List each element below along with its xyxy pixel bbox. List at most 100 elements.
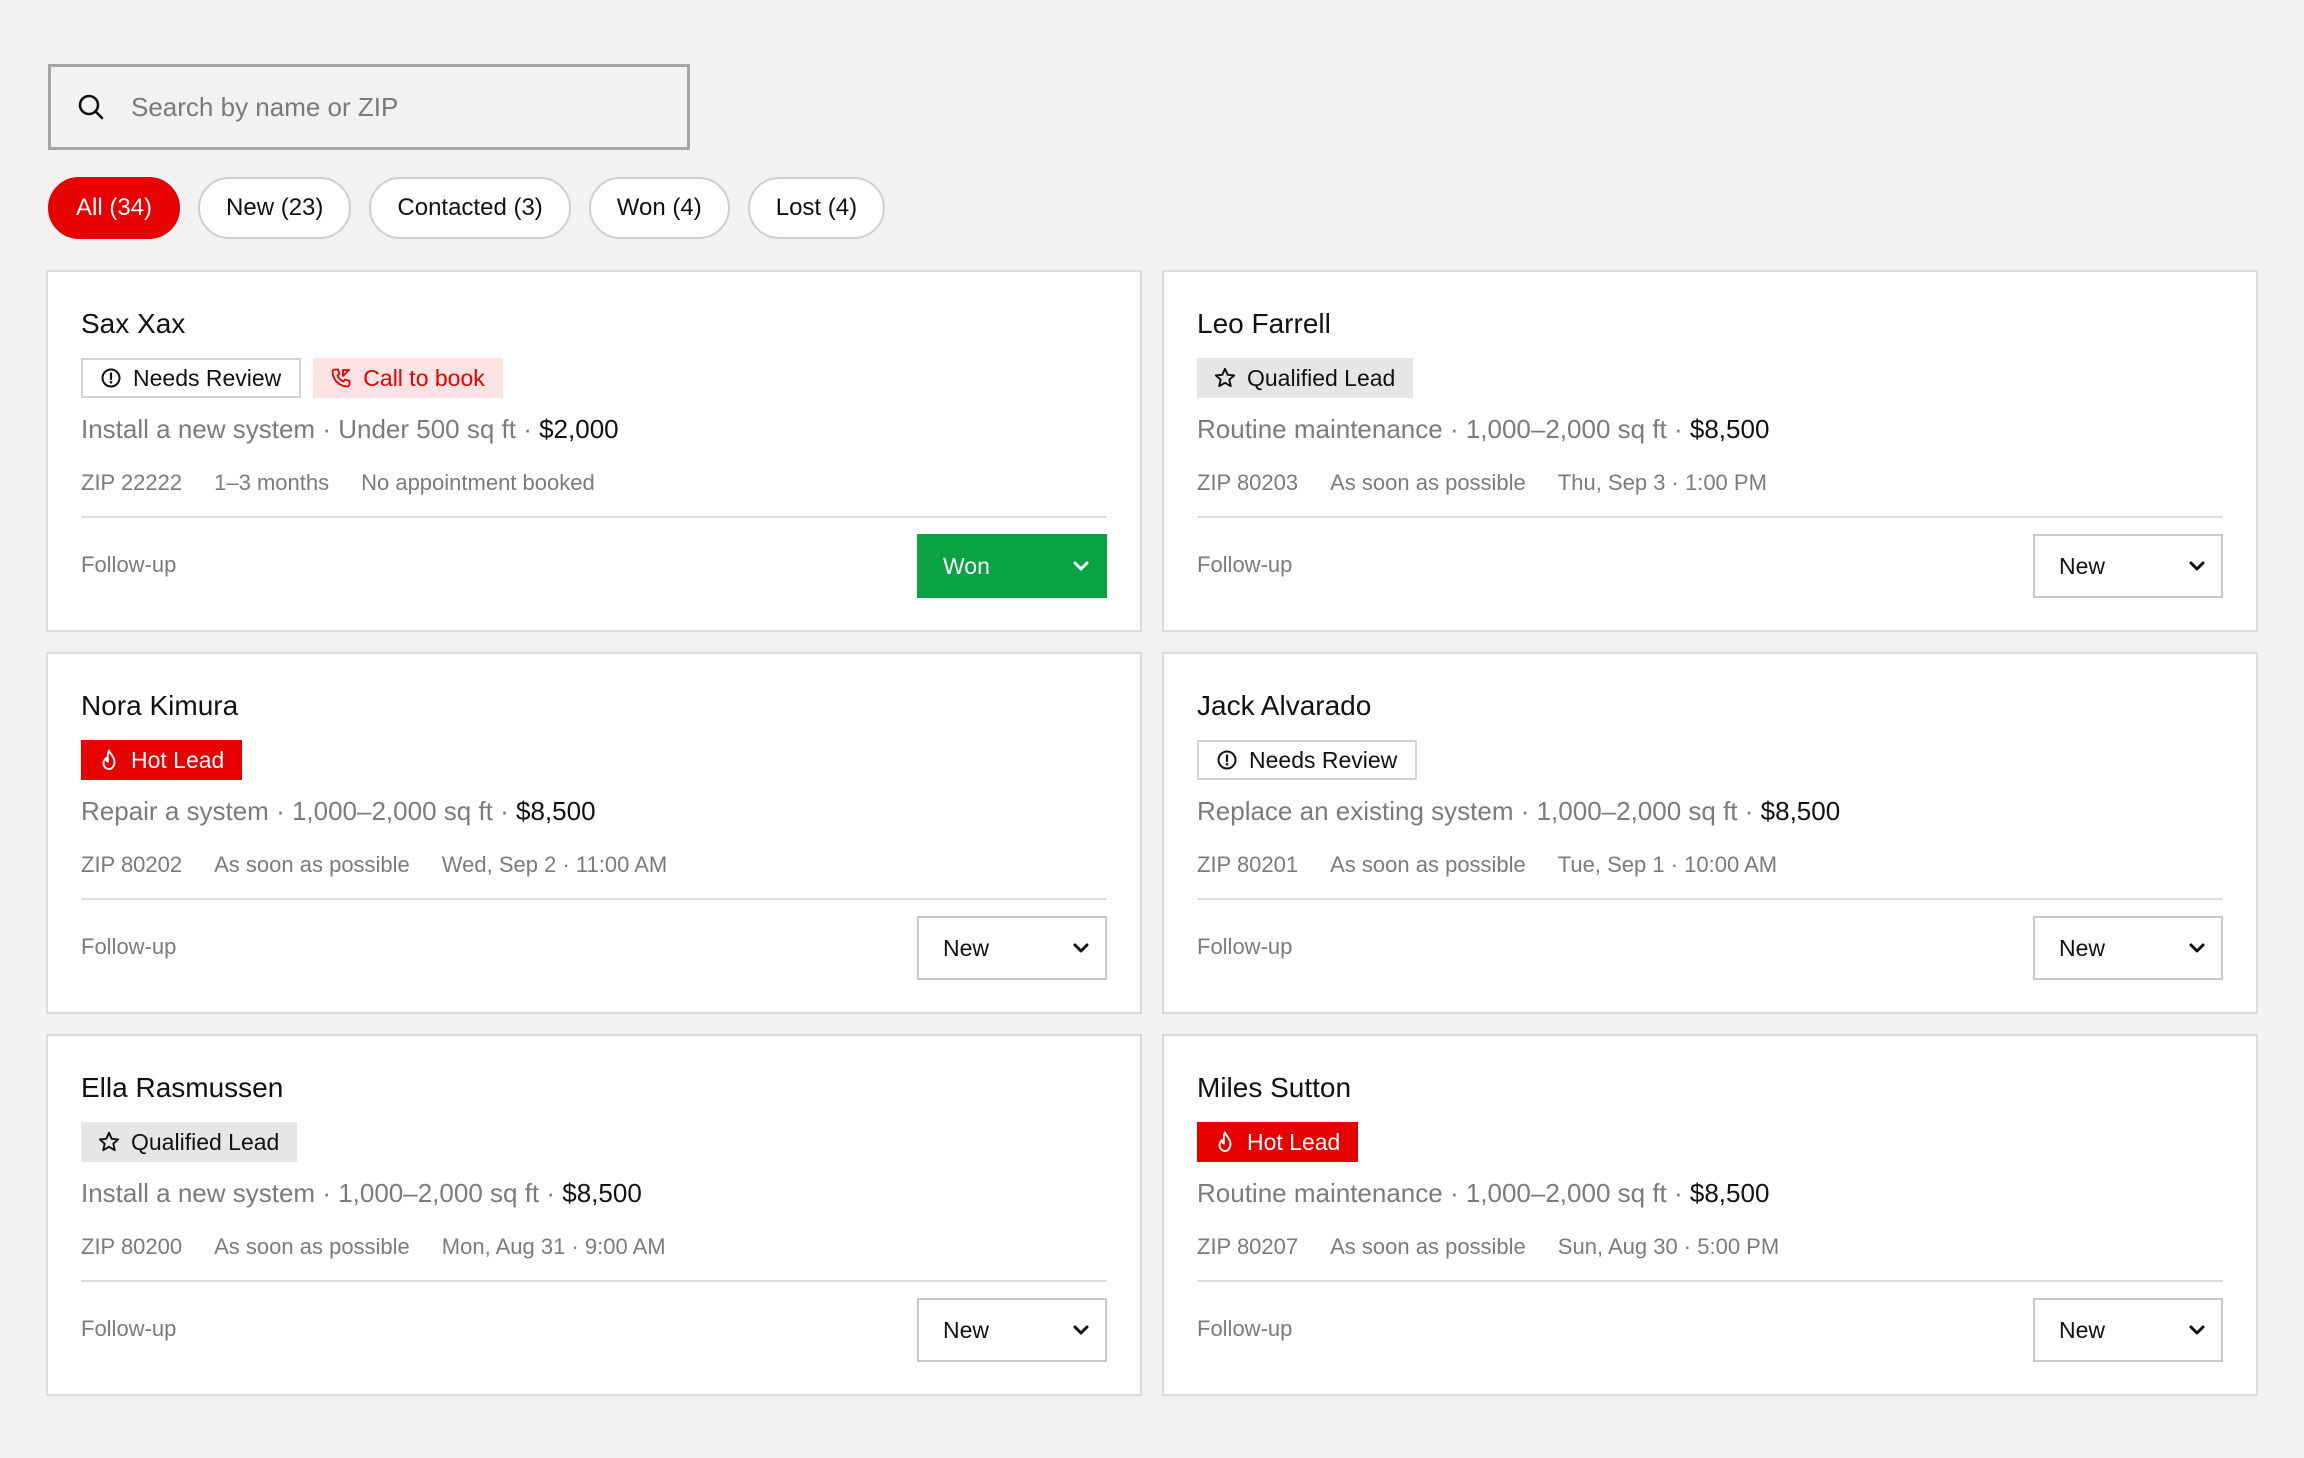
lead-price: $8,500 <box>562 1178 642 1208</box>
lead-summary: Install a new system · 1,000–2,000 sq ft… <box>81 1178 642 1208</box>
search-icon <box>73 89 109 125</box>
followup-label: Follow-up <box>81 552 177 577</box>
lead-name: Ella Rasmussen <box>81 1072 284 1103</box>
filter-new[interactable]: New (23) <box>198 177 352 239</box>
lead-appointment: Sun, Aug 30 · 5:00 PM <box>1557 1234 1780 1259</box>
card-divider <box>1197 1280 2223 1282</box>
lead-card[interactable]: Leo Farrell Qualified Lead Routine maint… <box>1162 270 2258 632</box>
lead-card-grid: Sax Xax Needs Review Call to book Install… <box>46 270 2258 1396</box>
lead-meta: ZIP 22222 1–3 months No appointment book… <box>81 470 595 496</box>
lead-appointment: Tue, Sep 1 · 10:00 AM <box>1557 852 1778 877</box>
home-size: 1,000–2,000 sq ft <box>338 1178 540 1208</box>
search-box[interactable] <box>48 64 690 150</box>
flame-icon <box>1213 1130 1237 1154</box>
status-value: New <box>943 934 990 961</box>
chevron-down-icon <box>2187 556 2207 576</box>
alert-circle-icon <box>1215 748 1239 772</box>
lead-summary: Install a new system · Under 500 sq ft ·… <box>81 414 619 444</box>
lead-timeline: As soon as possible <box>1330 470 1526 495</box>
review-badge: Needs Review <box>81 358 302 398</box>
chevron-down-icon <box>2187 1320 2207 1340</box>
lead-badges: Hot Lead <box>81 740 243 780</box>
chevron-down-icon <box>1071 556 1091 576</box>
lead-name: Leo Farrell <box>1197 308 1331 339</box>
filter-lost[interactable]: Lost (4) <box>747 177 886 239</box>
lead-zip: ZIP 80207 <box>1197 1234 1299 1259</box>
lead-badges: Hot Lead <box>1197 1122 1359 1162</box>
lead-timeline: As soon as possible <box>214 1234 410 1259</box>
chevron-down-icon <box>1071 938 1091 958</box>
lead-name: Sax Xax <box>81 308 186 339</box>
lead-summary: Replace an existing system · 1,000–2,000… <box>1197 796 1841 826</box>
job-type: Install a new system <box>81 1178 316 1208</box>
lead-price: $8,500 <box>1760 796 1841 826</box>
home-size: 1,000–2,000 sq ft <box>1465 1178 1667 1208</box>
lead-card[interactable]: Nora Kimura Hot Lead Repair a system · 1… <box>46 652 1142 1014</box>
status-dropdown[interactable]: New <box>2033 1298 2223 1362</box>
home-size: 1,000–2,000 sq ft <box>1465 414 1667 444</box>
card-divider <box>81 516 1107 518</box>
status-value: Won <box>943 552 990 579</box>
job-type: Routine maintenance <box>1197 414 1443 444</box>
lead-appointment: Wed, Sep 2 · 11:00 AM <box>441 852 668 877</box>
search-input[interactable] <box>129 90 673 124</box>
lead-timeline: 1–3 months <box>214 470 330 495</box>
followup-label: Follow-up <box>81 1316 177 1341</box>
home-size: 1,000–2,000 sq ft <box>1536 796 1738 826</box>
job-type: Repair a system <box>81 796 269 826</box>
lead-meta: ZIP 80200 As soon as possible Mon, Aug 3… <box>81 1234 666 1260</box>
lead-meta: ZIP 80201 As soon as possible Tue, Sep 1… <box>1197 852 1777 878</box>
badge-label: Needs Review <box>133 364 282 391</box>
status-dropdown[interactable]: New <box>2033 534 2223 598</box>
lead-price: $8,500 <box>516 796 596 826</box>
lead-zip: ZIP 80203 <box>1197 470 1299 495</box>
lead-card[interactable]: Miles Sutton Hot Lead Routine maintenanc… <box>1162 1034 2258 1396</box>
filter-pills: All (34) New (23) Contacted (3) Won (4) … <box>48 177 886 239</box>
review-badge: Needs Review <box>1197 740 1418 780</box>
lead-name: Jack Alvarado <box>1197 690 1372 721</box>
badge-label: Hot Lead <box>131 746 225 773</box>
followup-label: Follow-up <box>81 934 177 959</box>
badge-label: Call to book <box>363 364 485 391</box>
lead-badges: Needs Review Call to book <box>81 358 503 398</box>
home-size: Under 500 sq ft <box>338 414 516 444</box>
lead-badges: Needs Review <box>1197 740 1418 780</box>
chevron-down-icon <box>2187 938 2207 958</box>
lead-zip: ZIP 80201 <box>1197 852 1299 877</box>
alert-circle-icon <box>99 366 123 390</box>
phone-icon <box>329 366 353 390</box>
lead-appointment: Thu, Sep 3 · 1:00 PM <box>1557 470 1767 495</box>
filter-all[interactable]: All (34) <box>48 177 181 239</box>
lead-timeline: As soon as possible <box>1330 1234 1526 1259</box>
card-divider <box>81 1280 1107 1282</box>
filter-won[interactable]: Won (4) <box>588 177 730 239</box>
status-value: New <box>2059 934 2106 961</box>
status-dropdown[interactable]: New <box>2033 916 2223 980</box>
hot-badge: Hot Lead <box>81 740 243 780</box>
lead-name: Nora Kimura <box>81 690 239 721</box>
lead-meta: ZIP 80207 As soon as possible Sun, Aug 3… <box>1197 1234 1779 1260</box>
lead-zip: ZIP 80202 <box>81 852 183 877</box>
hot-badge: Hot Lead <box>1197 1122 1359 1162</box>
lead-timeline: As soon as possible <box>1330 852 1526 877</box>
status-dropdown[interactable]: Won <box>917 534 1107 598</box>
lead-card[interactable]: Sax Xax Needs Review Call to book Install… <box>46 270 1142 632</box>
star-icon <box>97 1130 121 1154</box>
lead-summary: Routine maintenance · 1,000–2,000 sq ft … <box>1197 414 1770 444</box>
lead-meta: ZIP 80203 As soon as possible Thu, Sep 3… <box>1197 470 1767 496</box>
lead-zip: ZIP 22222 <box>81 470 183 495</box>
qualified-badge: Qualified Lead <box>81 1122 298 1162</box>
followup-label: Follow-up <box>1197 552 1293 577</box>
status-dropdown[interactable]: New <box>917 1298 1107 1362</box>
lead-card[interactable]: Ella Rasmussen Qualified Lead Install a … <box>46 1034 1142 1396</box>
filter-contacted[interactable]: Contacted (3) <box>369 177 571 239</box>
leads-page: All (34) New (23) Contacted (3) Won (4) … <box>0 0 2304 1458</box>
badge-label: Qualified Lead <box>1247 364 1396 391</box>
lead-zip: ZIP 80200 <box>81 1234 183 1259</box>
lead-timeline: As soon as possible <box>214 852 410 877</box>
status-dropdown[interactable]: New <box>917 916 1107 980</box>
card-divider <box>1197 898 2223 900</box>
call-badge: Call to book <box>313 358 503 398</box>
lead-price: $8,500 <box>1689 414 1770 444</box>
lead-card[interactable]: Jack Alvarado Needs Review Replace an ex… <box>1162 652 2258 1014</box>
